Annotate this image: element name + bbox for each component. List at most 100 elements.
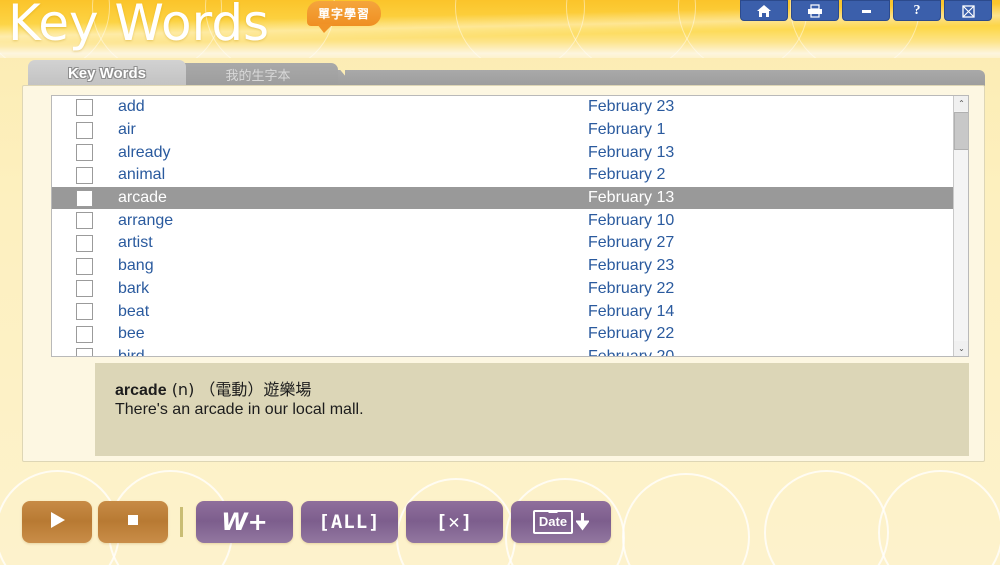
table-row[interactable]: bark February 22 [52, 278, 953, 301]
word-cell: bird [118, 347, 145, 357]
shuffle-button[interactable]: [✕] [406, 501, 503, 543]
table-row[interactable]: air February 1 [52, 119, 953, 142]
play-icon [45, 508, 69, 537]
row-checkbox[interactable] [76, 166, 93, 184]
close-box-icon [960, 4, 976, 18]
word-cell: already [118, 143, 171, 161]
tab-label: Key Words [67, 64, 147, 82]
date-cell: February 22 [588, 279, 675, 297]
row-checkbox[interactable] [76, 144, 93, 162]
table-row[interactable]: bird February 20 [52, 346, 953, 357]
chevron-up-icon: ⌃ [958, 99, 965, 108]
tab-key-words[interactable]: Key Words [28, 60, 186, 86]
word-list-rows: add February 23 air February 1 already Februa… [52, 96, 953, 357]
app-badge: 單字學習 [307, 1, 381, 33]
app-header: Key Words 單字學習 ? [0, 0, 1000, 58]
select-all-button[interactable]: [ALL] [301, 501, 398, 543]
word-cell: animal [118, 166, 166, 184]
tab-bar-filler [345, 70, 985, 86]
word-cell: bang [118, 257, 154, 275]
row-checkbox[interactable] [76, 303, 93, 321]
date-cell: February 20 [588, 347, 675, 357]
word-cell: bee [118, 325, 145, 343]
row-checkbox[interactable] [76, 121, 93, 139]
date-cell: February 2 [588, 166, 666, 184]
date-cell: February 10 [588, 211, 675, 229]
select-all-label: [ALL] [318, 511, 381, 533]
definition-panel: arcade (n) （電動）遊樂場 There's an arcade in … [95, 363, 969, 456]
row-checkbox[interactable] [76, 348, 93, 356]
date-label: Date [538, 514, 568, 529]
word-cell: arrange [118, 211, 174, 229]
word-cell: beat [118, 302, 150, 320]
help-button[interactable]: ? [893, 0, 941, 21]
print-icon [807, 3, 823, 18]
application-window: Key Words 單字學習 ? Key Words 我的生字本 add Feb… [0, 0, 1000, 565]
table-row[interactable]: arcade February 13 [52, 186, 953, 210]
bottom-toolbar: W+ [ALL] [✕] Date [0, 462, 1000, 565]
row-checkbox[interactable] [76, 257, 93, 275]
scroll-up-button[interactable]: ⌃ [954, 96, 968, 111]
stop-button[interactable] [98, 501, 168, 543]
date-cell: February 14 [588, 302, 675, 320]
date-cell: February 23 [588, 98, 675, 116]
date-sort-icon: Date [532, 510, 590, 534]
definition-headword-line: arcade (n) （電動）遊樂場 [115, 376, 311, 400]
table-row[interactable]: artist February 27 [52, 232, 953, 255]
content-panel: add February 23 air February 1 already Februa… [22, 85, 985, 462]
table-row[interactable]: arrange February 10 [52, 209, 953, 232]
tab-label: 我的生字本 [225, 69, 291, 84]
sort-by-date-button[interactable]: Date [511, 501, 611, 543]
date-cell: February 13 [588, 189, 675, 207]
definition-translation: （電動）遊樂場 [199, 380, 312, 399]
scrollbar-thumb[interactable] [954, 112, 968, 150]
table-row[interactable]: add February 23 [52, 96, 953, 119]
home-icon [756, 4, 772, 18]
row-checkbox[interactable] [76, 280, 93, 298]
app-logo-title: Key Words [8, 0, 270, 52]
close-button[interactable] [944, 0, 992, 21]
shuffle-label: [✕] [435, 511, 474, 533]
definition-headword: arcade [115, 382, 167, 399]
minimize-button[interactable] [842, 0, 890, 21]
table-row[interactable]: beat February 14 [52, 300, 953, 323]
definition-part-of-speech: (n) [171, 380, 195, 399]
chevron-down-icon: ⌄ [958, 344, 965, 353]
toolbar-separator [180, 507, 183, 537]
date-cell: February 27 [588, 234, 675, 252]
table-row[interactable]: already February 13 [52, 141, 953, 164]
table-row[interactable]: animal February 2 [52, 164, 953, 187]
add-word-label: W+ [221, 508, 268, 536]
word-list-scrollbar[interactable]: ⌃ ⌄ [953, 96, 968, 356]
scroll-down-button[interactable]: ⌄ [954, 341, 968, 356]
row-checkbox[interactable] [76, 234, 93, 252]
row-checkbox[interactable] [76, 189, 93, 207]
play-button[interactable] [22, 501, 92, 543]
date-cell: February 23 [588, 257, 675, 275]
stop-icon [123, 510, 143, 535]
date-cell: February 13 [588, 143, 675, 161]
word-list[interactable]: add February 23 air February 1 already Februa… [51, 95, 969, 357]
date-cell: February 22 [588, 325, 675, 343]
row-checkbox[interactable] [76, 325, 93, 343]
word-cell: bark [118, 279, 150, 297]
word-cell: artist [118, 234, 153, 252]
date-cell: February 1 [588, 121, 666, 139]
add-word-button[interactable]: W+ [196, 501, 293, 543]
decor-arc [455, 0, 585, 58]
decor-arc [566, 0, 696, 58]
row-checkbox[interactable] [76, 212, 93, 230]
minimize-icon [858, 4, 874, 18]
word-cell: arcade [118, 189, 167, 207]
table-row[interactable]: bee February 22 [52, 323, 953, 346]
window-controls: ? [740, 0, 992, 21]
row-checkbox[interactable] [76, 98, 93, 116]
question-mark-icon: ? [913, 2, 921, 18]
home-button[interactable] [740, 0, 788, 21]
definition-example: There's an arcade in our local mall. [115, 401, 364, 418]
table-row[interactable]: bang February 23 [52, 255, 953, 278]
tab-my-wordbook[interactable]: 我的生字本 [178, 63, 338, 86]
word-cell: add [118, 98, 145, 116]
word-cell: air [118, 121, 136, 139]
print-button[interactable] [791, 0, 839, 21]
